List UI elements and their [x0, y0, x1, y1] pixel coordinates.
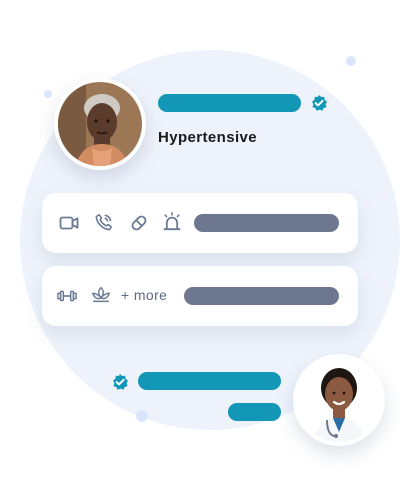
pill-icon[interactable]	[128, 212, 150, 234]
more-activities-link[interactable]: + more	[121, 287, 167, 303]
video-call-icon[interactable]	[58, 212, 80, 234]
patient-condition-label: Hypertensive	[158, 129, 258, 146]
lotus-icon[interactable]	[90, 284, 112, 306]
doctor-avatar	[293, 354, 385, 446]
patient-photo	[58, 82, 142, 166]
decorative-dot	[44, 90, 52, 98]
patient-name-placeholder	[158, 94, 301, 112]
verified-badge-icon	[310, 94, 328, 112]
doctor-name-placeholder	[138, 372, 281, 390]
dumbbell-icon[interactable]	[56, 285, 78, 307]
care-plan-card: + more	[42, 266, 358, 326]
decorative-dot	[346, 56, 356, 66]
doctor-verified-badge-icon	[111, 373, 129, 391]
doctor-photo	[297, 358, 381, 442]
phone-call-icon[interactable]	[93, 211, 115, 233]
alarm-icon[interactable]	[161, 211, 183, 233]
patient-avatar	[54, 78, 146, 170]
communication-actions-card	[42, 193, 358, 253]
communication-placeholder-bar	[194, 214, 339, 232]
care-placeholder-bar	[184, 287, 339, 305]
doctor-title-placeholder	[228, 403, 281, 421]
decorative-dot	[136, 410, 148, 422]
